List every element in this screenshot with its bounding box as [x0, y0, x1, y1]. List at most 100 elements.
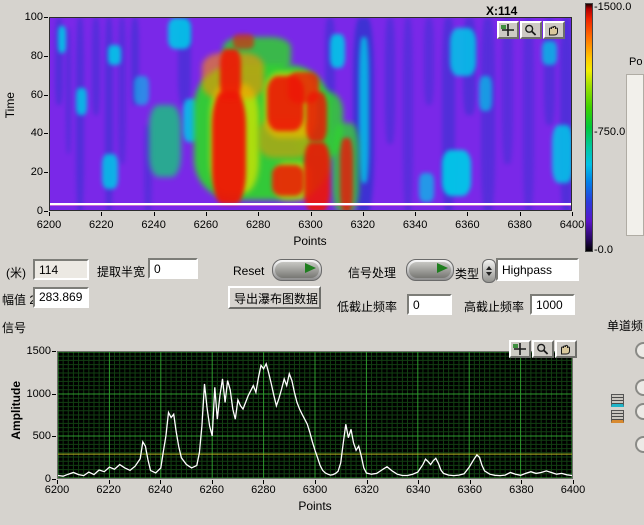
high-cutoff-input[interactable] [530, 294, 575, 315]
color-scale-min-label: -0.0 [594, 244, 613, 256]
color-scale-ramp[interactable] [585, 3, 593, 252]
axis-tick-mark [258, 212, 259, 216]
heatmap-blob [66, 28, 71, 154]
heatmap-blob [330, 34, 346, 69]
heatmap-blob [58, 26, 66, 53]
export-waterfall-button[interactable]: 导出瀑布图数据 [228, 286, 321, 309]
axis-tick-label: 6200 [29, 219, 69, 231]
low-cutoff-input[interactable] [407, 294, 452, 315]
axis-tick-label: 6300 [295, 484, 335, 496]
axis-tick-label: 6360 [447, 219, 487, 231]
axis-tick-label: 6360 [450, 484, 490, 496]
axis-tick-label: 6380 [500, 219, 540, 231]
axis-tick-mark [44, 133, 48, 134]
axis-tick-mark [44, 172, 48, 173]
meter-label: (米) [6, 264, 26, 281]
bottom-graph-palette [509, 340, 577, 358]
heatmap-blob [442, 150, 471, 197]
heatmap-blob [502, 18, 512, 164]
axis-tick-mark [44, 56, 48, 57]
intensity-graph[interactable] [49, 17, 572, 211]
rotated-axis-label-icon [611, 394, 624, 407]
clipped-dial [635, 403, 644, 420]
axis-tick-mark [101, 212, 102, 216]
axis-tick-mark [415, 212, 416, 216]
cursor-line[interactable] [50, 203, 571, 205]
heatmap-blob [220, 49, 241, 99]
axis-tick-label: 6300 [291, 219, 331, 231]
hand-icon[interactable] [543, 21, 565, 39]
hand-icon[interactable] [555, 340, 577, 358]
axis-tick-label: 1500 [15, 345, 51, 357]
type-spinner[interactable] [482, 259, 496, 283]
clipped-dial [635, 342, 644, 359]
heatmap-blob [523, 18, 533, 211]
axis-tick-label: 6340 [395, 219, 435, 231]
heatmap-blob [212, 92, 246, 205]
heatmap-blob [134, 76, 150, 105]
reset-toggle-button[interactable] [272, 259, 322, 281]
reset-label: Reset [233, 264, 264, 278]
heatmap-blob [424, 18, 434, 105]
heatmap-blob [450, 28, 476, 77]
axis-tick-mark [44, 17, 48, 18]
heatmap-blob [385, 18, 395, 144]
heatmap-blob [118, 18, 126, 164]
axis-tick-label: 6280 [243, 484, 283, 496]
meter-input[interactable] [33, 259, 89, 280]
type-label: 类型 [455, 265, 479, 282]
bottom-chart-x-axis-label: Points [265, 499, 365, 513]
axis-tick-label: 6400 [553, 484, 593, 496]
axis-tick-label: 6380 [501, 484, 541, 496]
heatmap-blob [419, 173, 435, 202]
crosshair-icon[interactable] [509, 340, 531, 358]
axis-tick-label: 6340 [398, 484, 438, 496]
signal-processing-toggle[interactable] [406, 259, 454, 281]
axis-tick-label: 40 [7, 127, 43, 139]
heatmap-blob [233, 34, 254, 50]
axis-tick-label: 6260 [192, 484, 232, 496]
axis-tick-label: 80 [7, 50, 43, 62]
high-cutoff-label: 高截止频率 [464, 298, 524, 315]
top-graph-palette [497, 21, 565, 39]
front-panel: Time X:114 62006220624062606280630063206… [0, 0, 644, 525]
axis-tick-mark [52, 436, 56, 437]
heatmap-blob [481, 18, 494, 211]
heatmap-blob [304, 142, 330, 211]
amplitude2-label: 幅值 2 [2, 291, 36, 308]
axis-tick-label: 60 [7, 89, 43, 101]
zoom-icon[interactable] [532, 340, 554, 358]
zoom-icon[interactable] [520, 21, 542, 39]
axis-tick-label: 6220 [81, 219, 121, 231]
clipped-dial [635, 379, 644, 396]
axis-tick-label: 6240 [140, 484, 180, 496]
heatmap-blob [149, 105, 180, 177]
axis-tick-label: 100 [7, 11, 43, 23]
signal-chart-title: 信号 [2, 319, 26, 336]
heatmap-blob [403, 18, 413, 211]
green-arrow-icon [437, 263, 448, 273]
spinner-down-icon[interactable] [486, 272, 492, 276]
axis-tick-mark [44, 95, 48, 96]
axis-tick-mark [52, 479, 56, 480]
spinner-up-icon[interactable] [486, 266, 492, 270]
heatmap-blob [552, 125, 572, 183]
clipped-right-widget [626, 74, 644, 236]
heatmap-blob [92, 18, 100, 115]
cursor-readout: X:114 [486, 4, 517, 18]
half-width-input[interactable] [148, 258, 198, 279]
heatmap-blob [288, 72, 319, 103]
crosshair-icon[interactable] [497, 21, 519, 39]
heatmap-blob [272, 165, 303, 196]
axis-tick-label: 6320 [343, 219, 383, 231]
color-scale-mid-label: -750.0 [594, 126, 625, 138]
filter-type-combo[interactable]: Highpass [496, 258, 579, 281]
green-arrow-icon [305, 263, 316, 273]
signal-waveform-graph[interactable] [57, 351, 573, 479]
axis-tick-label: 6280 [238, 219, 278, 231]
heatmap-blob [102, 154, 118, 189]
rotated-axis-label-icon [611, 410, 624, 423]
axis-tick-mark [52, 351, 56, 352]
amplitude2-value: 283.869 [33, 287, 89, 308]
axis-tick-label: 6240 [134, 219, 174, 231]
